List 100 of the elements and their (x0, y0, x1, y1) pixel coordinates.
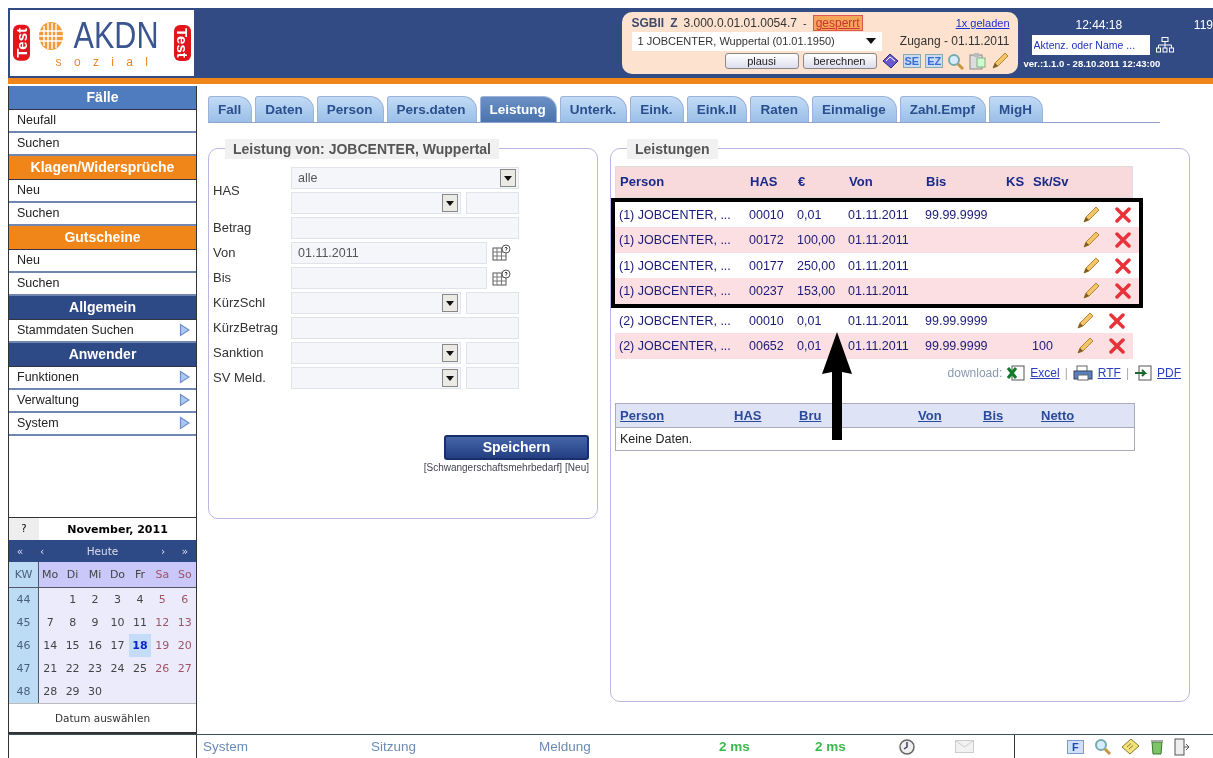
nav-button[interactable]: « (9, 545, 31, 557)
calendar-day[interactable]: 8 (61, 611, 84, 634)
clipboard-icon[interactable] (968, 52, 987, 70)
calendar-day[interactable]: 6 (173, 588, 196, 611)
search-icon[interactable] (1093, 738, 1111, 755)
calendar-day[interactable]: 25 (128, 657, 152, 680)
submenu-arrow-icon[interactable] (179, 393, 190, 408)
network-icon[interactable] (1155, 37, 1174, 53)
clock-icon[interactable] (899, 738, 915, 755)
edit-icon[interactable] (1075, 336, 1095, 357)
submenu-arrow-icon[interactable] (179, 323, 190, 338)
input-field[interactable] (291, 216, 519, 239)
tab[interactable]: Einmalige (811, 95, 897, 122)
edit-icon[interactable] (1075, 310, 1095, 331)
calendar-day[interactable]: 29 (61, 680, 84, 703)
calendar-day[interactable]: 24 (106, 657, 129, 680)
select-field[interactable] (291, 341, 461, 364)
delete-icon[interactable] (1115, 257, 1131, 274)
toolbar-badge[interactable]: F (1067, 739, 1084, 754)
exit-door-icon[interactable] (1173, 737, 1190, 756)
note-icon[interactable] (1120, 738, 1140, 755)
nav-button[interactable]: › (152, 545, 174, 557)
calendar-day[interactable]: 1 (61, 588, 84, 611)
text-link[interactable]: [Schwangerschaftsmehrbedarf] (423, 461, 563, 473)
save-button[interactable]: Speichern (444, 434, 589, 460)
input-field[interactable] (466, 366, 519, 389)
tab[interactable]: Pers.daten (386, 95, 477, 122)
tab[interactable]: MigH (988, 95, 1043, 122)
document-icon[interactable] (1134, 364, 1152, 381)
calendar-day[interactable]: 13 (173, 611, 196, 634)
input-field[interactable] (466, 291, 519, 314)
calendar-day[interactable]: 28 (39, 680, 62, 703)
delete-icon[interactable] (1115, 232, 1131, 249)
tab[interactable]: Leistung (479, 95, 557, 122)
help-button[interactable]: ? (9, 518, 39, 540)
calendar-day[interactable]: 4 (128, 588, 152, 611)
submenu-arrow-icon[interactable] (179, 370, 190, 385)
tab[interactable]: Person (316, 95, 384, 122)
select-field[interactable]: alle (291, 166, 519, 189)
calendar-day[interactable]: 12 (151, 611, 174, 634)
calendar-day[interactable]: 19 (151, 634, 174, 657)
calendar-day[interactable]: 3 (106, 588, 129, 611)
delete-icon[interactable] (1109, 338, 1125, 355)
calendar-day[interactable]: 9 (83, 611, 107, 634)
column-header[interactable]: Bis (983, 407, 1041, 423)
pencil-icon[interactable] (990, 51, 1011, 71)
column-header[interactable]: Bru (799, 407, 918, 423)
tab[interactable]: Zahl.Empf (899, 95, 986, 122)
calendar-day[interactable]: 14 (39, 634, 62, 657)
delete-icon[interactable] (1115, 206, 1131, 223)
submenu-arrow-icon[interactable] (179, 416, 190, 431)
table-row[interactable]: (1) JOBCENTER, ... 00172 100,00 01.11.2011 (615, 227, 1139, 253)
input-field[interactable] (466, 341, 519, 364)
text-link[interactable]: [Neu] (565, 461, 589, 473)
input-field[interactable] (291, 316, 519, 339)
calendar-icon[interactable] (492, 268, 511, 287)
calendar-day[interactable]: 11 (128, 611, 152, 634)
calendar-day[interactable]: 7 (39, 611, 62, 634)
calendar-day[interactable]: 23 (83, 657, 107, 680)
calendar-icon[interactable] (492, 243, 511, 262)
loaded-link[interactable]: 1x geladen (955, 17, 1010, 29)
download-link[interactable]: RTF (1097, 365, 1121, 380)
edit-icon[interactable] (1081, 204, 1101, 225)
input-field[interactable] (466, 191, 519, 214)
calendar-day[interactable]: 18 (128, 634, 152, 657)
search-icon[interactable] (947, 52, 965, 70)
edit-icon[interactable] (1081, 281, 1101, 302)
download-link[interactable]: Excel (1030, 365, 1060, 380)
edit-icon[interactable] (1081, 255, 1101, 276)
calendar-day[interactable]: 5 (151, 588, 174, 611)
table-row[interactable]: (1) JOBCENTER, ... 00237 153,00 01.11.2011 (615, 278, 1139, 304)
column-header[interactable]: Von (918, 407, 983, 423)
calendar-day[interactable]: 21 (39, 657, 62, 680)
date-field[interactable]: 01.11.2011 (291, 241, 487, 264)
select-field[interactable] (291, 191, 461, 214)
calendar-day[interactable]: 20 (173, 634, 196, 657)
person-select[interactable]: 1 JOBCENTER, Wuppertal (01.01.1950) (631, 31, 882, 51)
calculate-button[interactable]: berechnen (802, 53, 877, 69)
calendar-day[interactable]: 27 (173, 657, 196, 680)
search-field[interactable]: Aktenz. oder Name ... (1031, 35, 1150, 55)
select-field[interactable] (291, 291, 461, 314)
calendar-day[interactable]: 16 (83, 634, 107, 657)
tab[interactable]: Daten (255, 95, 314, 122)
recycle-icon[interactable] (1149, 738, 1164, 755)
tab[interactable]: Unterk. (559, 95, 628, 122)
calendar-day[interactable]: 17 (106, 634, 129, 657)
calendar-day[interactable]: 30 (83, 680, 107, 703)
spreadsheet-icon[interactable] (1007, 364, 1026, 381)
tab[interactable]: Raten (750, 95, 809, 122)
column-header[interactable]: HAS (734, 407, 799, 423)
column-header[interactable]: Person (620, 407, 734, 423)
edit-icon[interactable] (1081, 230, 1101, 251)
nav-button[interactable]: » (174, 545, 196, 557)
delete-icon[interactable] (1109, 312, 1125, 329)
calendar-day[interactable]: 10 (106, 611, 129, 634)
tab[interactable]: Eink.II (686, 95, 748, 122)
nav-button[interactable]: ‹ (31, 545, 53, 557)
today-button[interactable]: Heute (53, 545, 152, 557)
table-row[interactable]: (2) JOBCENTER, ... 00652 0,01 01.11.2011 99.99.9999 100 (615, 333, 1133, 359)
date-field[interactable] (291, 266, 487, 289)
